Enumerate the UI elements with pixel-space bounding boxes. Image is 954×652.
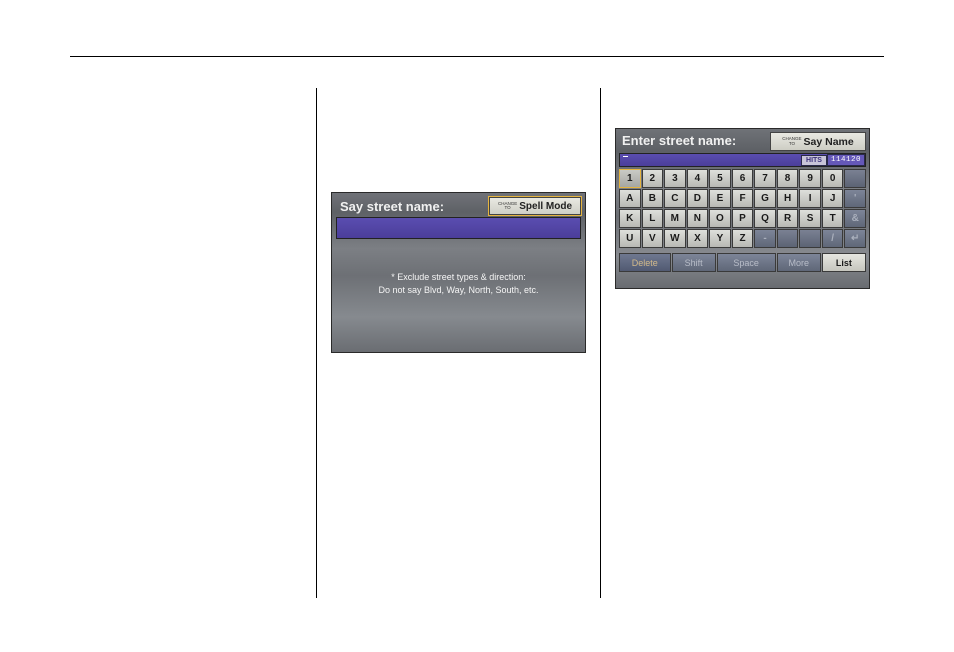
key-3[interactable]: 3 (664, 169, 686, 188)
key-enter[interactable]: ↵ (844, 229, 866, 248)
key-6[interactable]: 6 (732, 169, 754, 188)
change-text-bot: TO (782, 142, 801, 147)
key-1[interactable]: 1 (619, 169, 641, 188)
key-m[interactable]: M (664, 209, 686, 228)
delete-button[interactable]: Delete (619, 253, 671, 272)
exclusion-note: * Exclude street types & direction: Do n… (332, 271, 585, 297)
key-i[interactable]: I (799, 189, 821, 208)
say-name-label: Say Name (804, 136, 854, 148)
page-columns: Say street name: CHANGE TO Spell Mode * … (70, 88, 884, 598)
say-street-title: Say street name: (340, 199, 444, 214)
onscreen-keyboard: 1 2 3 4 5 6 7 8 9 0 A B C D E F G H I (619, 169, 866, 248)
key-c[interactable]: C (664, 189, 686, 208)
key-8[interactable]: 8 (777, 169, 799, 188)
key-g[interactable]: G (754, 189, 776, 208)
key-f[interactable]: F (732, 189, 754, 208)
column-right: Enter street name: CHANGE TO Say Name HI… (601, 88, 884, 598)
key-hyphen[interactable]: - (754, 229, 776, 248)
key-0[interactable]: 0 (822, 169, 844, 188)
voice-input-bar (336, 217, 581, 239)
key-z[interactable]: Z (732, 229, 754, 248)
more-button[interactable]: More (777, 253, 821, 272)
key-r[interactable]: R (777, 209, 799, 228)
enter-street-title: Enter street name: (622, 133, 736, 148)
key-blank (799, 229, 821, 248)
key-7[interactable]: 7 (754, 169, 776, 188)
column-middle: Say street name: CHANGE TO Spell Mode * … (317, 88, 600, 598)
key-2[interactable]: 2 (642, 169, 664, 188)
key-k[interactable]: K (619, 209, 641, 228)
keyboard-bottom-row: Delete Shift Space More List (619, 253, 866, 272)
key-t[interactable]: T (822, 209, 844, 228)
spell-mode-label: Spell Mode (519, 201, 572, 212)
change-to-say-name-button[interactable]: CHANGE TO Say Name (770, 132, 866, 151)
key-5[interactable]: 5 (709, 169, 731, 188)
key-o[interactable]: O (709, 209, 731, 228)
change-to-label: CHANGE TO (498, 202, 517, 211)
space-button[interactable]: Space (717, 253, 776, 272)
note-line-2: Do not say Blvd, Way, North, South, etc. (332, 284, 585, 297)
key-a[interactable]: A (619, 189, 641, 208)
hits-label: HITS (801, 155, 827, 166)
key-s[interactable]: S (799, 209, 821, 228)
key-apostrophe[interactable]: ' (844, 189, 866, 208)
key-q[interactable]: Q (754, 209, 776, 228)
enter-street-name-screen: Enter street name: CHANGE TO Say Name HI… (615, 128, 870, 289)
horizontal-rule (70, 56, 884, 57)
key-j[interactable]: J (822, 189, 844, 208)
key-y[interactable]: Y (709, 229, 731, 248)
key-x[interactable]: X (687, 229, 709, 248)
note-line-1: * Exclude street types & direction: (332, 271, 585, 284)
shift-button[interactable]: Shift (672, 253, 716, 272)
key-b[interactable]: B (642, 189, 664, 208)
key-w[interactable]: W (664, 229, 686, 248)
key-n[interactable]: N (687, 209, 709, 228)
key-slash[interactable]: / (822, 229, 844, 248)
key-d[interactable]: D (687, 189, 709, 208)
key-u[interactable]: U (619, 229, 641, 248)
key-p[interactable]: P (732, 209, 754, 228)
key-h[interactable]: H (777, 189, 799, 208)
key-e[interactable]: E (709, 189, 731, 208)
key-ampersand[interactable]: & (844, 209, 866, 228)
key-blank (777, 229, 799, 248)
key-v[interactable]: V (642, 229, 664, 248)
hits-counter: HITS 114120 (801, 154, 865, 166)
key-blank (844, 169, 866, 188)
text-cursor (623, 156, 628, 157)
change-text-bot: TO (498, 206, 517, 211)
key-l[interactable]: L (642, 209, 664, 228)
list-button[interactable]: List (822, 253, 866, 272)
key-9[interactable]: 9 (799, 169, 821, 188)
change-to-label: CHANGE TO (782, 137, 801, 146)
key-4[interactable]: 4 (687, 169, 709, 188)
change-to-spell-mode-button[interactable]: CHANGE TO Spell Mode (489, 197, 581, 215)
hits-value: 114120 (827, 154, 865, 166)
say-street-name-screen: Say street name: CHANGE TO Spell Mode * … (331, 192, 586, 353)
column-left (70, 88, 316, 598)
